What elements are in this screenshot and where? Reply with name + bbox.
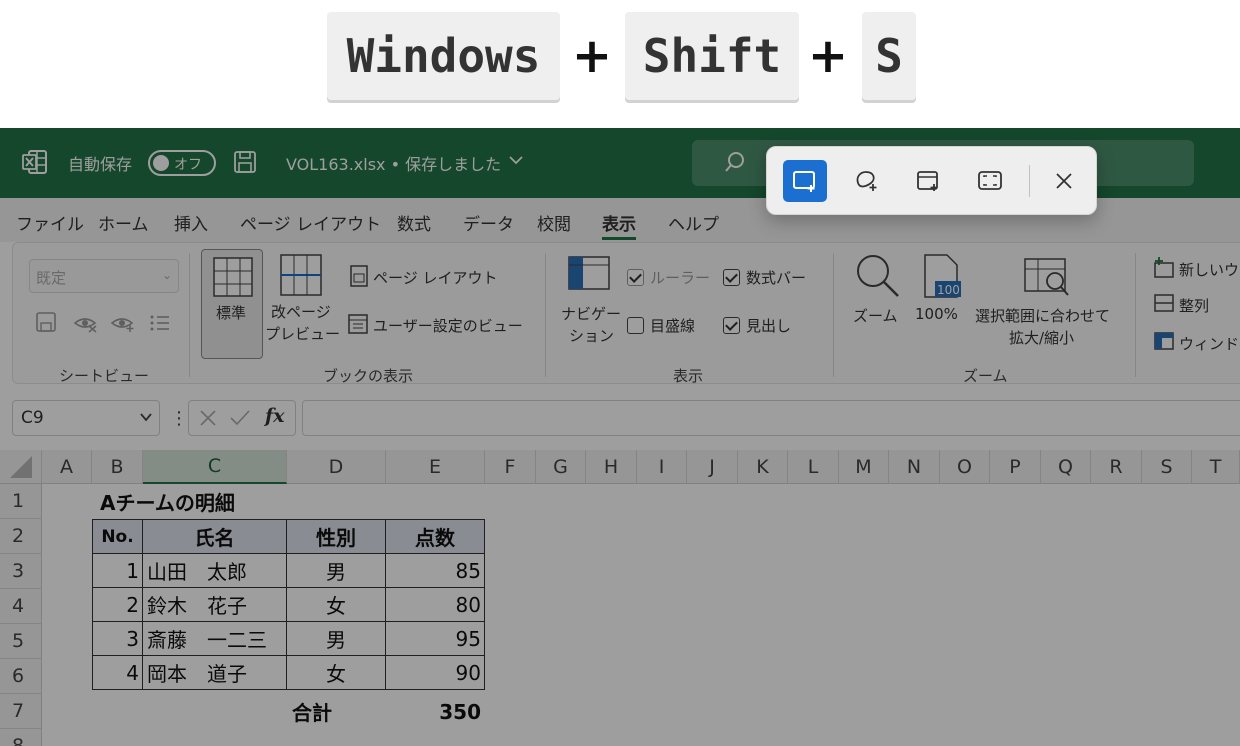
freeform-snip-button[interactable] <box>845 160 889 202</box>
plus-sign: + <box>807 28 849 84</box>
key-s: S <box>862 12 916 100</box>
rectangle-snip-button[interactable] <box>783 160 827 202</box>
excel-window: 自動保存 オフ VOL163.xlsx • 保存しました ファイル ホーム 挿入… <box>0 128 1240 746</box>
freeform-snip-icon <box>856 171 877 191</box>
rectangle-snip-icon <box>793 171 815 192</box>
close-snip-button[interactable] <box>1042 160 1086 202</box>
snip-dim-overlay[interactable] <box>0 128 1240 746</box>
snipping-toolbar <box>766 146 1097 215</box>
fullscreen-snip-icon <box>978 171 1002 190</box>
fullscreen-snip-button[interactable] <box>968 160 1012 202</box>
window-snip-button[interactable] <box>906 160 950 202</box>
close-icon <box>1056 173 1072 189</box>
key-shift: Shift <box>625 12 799 100</box>
window-snip-icon <box>917 171 938 191</box>
toolbar-divider <box>1029 165 1030 197</box>
shortcut-banner: Windows + Shift + S <box>0 0 1240 128</box>
key-windows: Windows <box>327 12 560 100</box>
plus-sign: + <box>571 28 613 84</box>
